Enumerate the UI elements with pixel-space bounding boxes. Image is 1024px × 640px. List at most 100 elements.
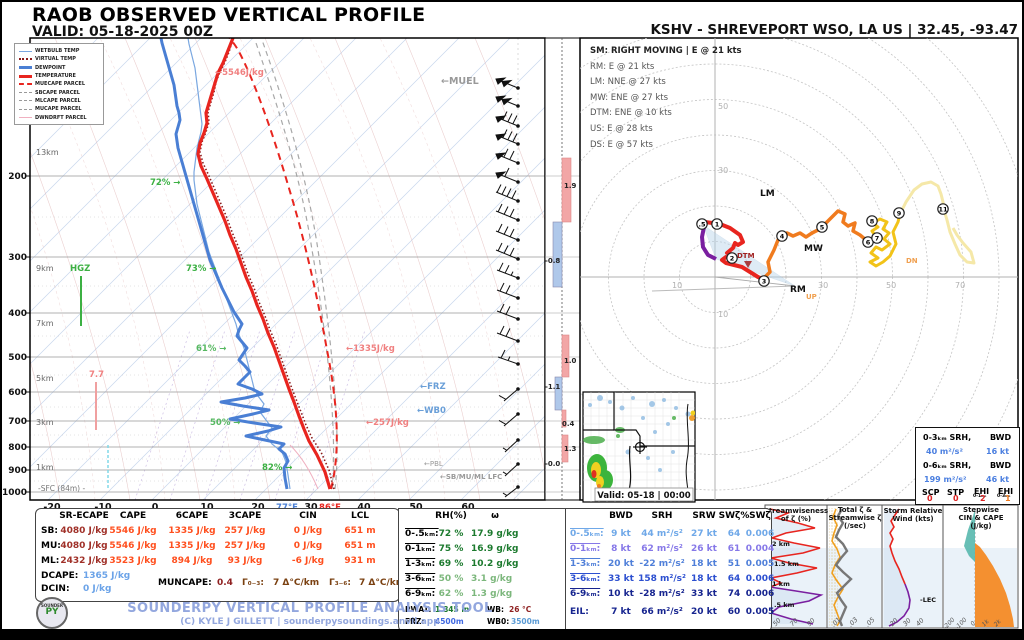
dewpoint-line-icon (19, 66, 32, 69)
lapse-0-3-label: Γ₀₋₃: (242, 578, 264, 588)
lfc-label: ←SB/MU/ML LFC (440, 473, 502, 481)
rh-note: 73% → (186, 264, 216, 274)
rh-note: 50% → (210, 418, 240, 428)
cape-annotation: ←5546J/kg (215, 68, 264, 78)
up-label: UP (806, 293, 817, 301)
legend-item: DEWPOINT (19, 64, 101, 72)
bwd-0-3-label: BWD (990, 433, 1011, 442)
tool-name: SOUNDERPY VERTICAL PROFILE ANALYSIS TOOL (70, 601, 550, 616)
pressure-tick-label: 600 (8, 388, 27, 398)
svg-text:Streamwise ζ: Streamwise ζ (829, 514, 882, 522)
cape-annotation: ←1335J/kg (346, 344, 395, 354)
motion-line: DTM: ENE @ 10 kts (590, 106, 742, 122)
srh-0-3-value: 40 m²/s² (926, 447, 963, 456)
muel-label: ←MUEL (441, 76, 479, 87)
thermo-table: SR-ECAPE CAPE 6CAPE 3CAPE CIN LCL SB: 40… (35, 508, 400, 602)
svg-text:70: 70 (955, 281, 965, 290)
rh-note: 61% → (196, 344, 226, 354)
pressure-tick-label: 500 (8, 353, 27, 363)
sm-line: SM: RIGHT MOVING | E @ 21 kts (590, 44, 742, 60)
advection-strip: 1.9 -0.8 1.0 -1.1 0.4 1.3 -0.0 (545, 38, 580, 500)
svg-text:9: 9 (897, 210, 902, 218)
stp-value: 0 (953, 494, 959, 503)
pressure-tick-label: 700 (8, 417, 27, 427)
bwd-0-6-value: 46 kt (986, 475, 1009, 484)
muncape-label: MUNCAPE: (158, 578, 212, 588)
legend-item: SBCAPE PARCEL (19, 88, 101, 96)
motion-line: LM: NNE @ 27 kts (590, 75, 742, 91)
svg-text:.5: .5 (699, 221, 706, 229)
height-label: 13km (36, 148, 59, 157)
pressure-axis: 200 300 400 500 600 700 800 900 1000 (2, 172, 27, 498)
wb0-label: ←WB0 (417, 406, 446, 416)
adv-value: -0.8 (545, 257, 560, 265)
station-id: KSHV - SHREVEPORT WSO, LA US | 32.45, -9… (650, 22, 1018, 38)
srh-0-3-label: 0-3ₖₘ SRH, (923, 433, 971, 442)
svg-text:Streamwiseness: Streamwiseness (764, 507, 828, 515)
hail-label: 7.7 (89, 370, 104, 380)
storm-motion-block: SM: RIGHT MOVING | E @ 21 kts RM: E @ 21… (590, 44, 742, 153)
legend-item: DWNDRFT PARCEL (19, 113, 101, 121)
srh-0-6-value: 199 m²/s² (924, 475, 967, 484)
adv-value: -1.1 (545, 383, 560, 391)
lm-label: LM (760, 189, 775, 199)
height-axis: 13km 9km 7km 5km 3km 1km (36, 148, 59, 472)
mw-label: MW (804, 244, 823, 254)
svg-text:Stepwise: Stepwise (963, 506, 999, 514)
mucape-line-icon (19, 109, 32, 110)
credit-block: SOUNDERPY VERTICAL PROFILE ANALYSIS TOOL… (70, 601, 550, 627)
svg-text:11: 11 (938, 206, 948, 214)
svg-text:of ζ (%): of ζ (%) (781, 515, 811, 523)
scp-value: 0 (927, 494, 933, 503)
adv-value: 0.4 (562, 420, 575, 428)
svg-text:2: 2 (730, 255, 735, 263)
muncape-value: 0.4 (217, 578, 233, 588)
dcin-label: DCIN: (41, 584, 70, 594)
svg-text:1 km: 1 km (772, 580, 790, 588)
adv-value: 1.3 (564, 445, 577, 453)
svg-text:.5 km: .5 km (774, 601, 795, 609)
srh-0-6-label: 0-6ₖₘ SRH, (923, 461, 971, 470)
rh-note: 72% → (150, 178, 180, 188)
svg-text:8: 8 (870, 218, 875, 226)
lapse-3-6-label: Γ₃₋₆: (329, 578, 351, 588)
motion-line: RM: E @ 21 kts (590, 60, 742, 76)
legend-item: MUCAPE PARCEL (19, 105, 101, 113)
pressure-tick-label: 1000 (2, 488, 27, 498)
svg-text:(/sec): (/sec) (844, 522, 866, 530)
svg-text:Wind (kts): Wind (kts) (892, 515, 933, 523)
svg-text:30: 30 (818, 281, 828, 290)
dn-label: DN (906, 257, 918, 265)
svg-text:5: 5 (820, 224, 825, 232)
adv-value: 1.0 (564, 357, 577, 365)
bottom-bar (0, 629, 1024, 640)
legend-item: MUECAPE PARCEL (19, 80, 101, 88)
srh-bwd-box: 0-3ₖₘ SRH, BWD 40 m²/s² 16 kt 0-6ₖₘ SRH,… (915, 427, 1020, 505)
muecape-line-icon (19, 83, 32, 85)
svg-text:1: 1 (715, 221, 720, 229)
skewt-legend: WETBULB TEMP VIRTUAL TEMP DEWPOINT TEMPE… (14, 43, 104, 125)
svg-text:Total ζ &: Total ζ & (838, 506, 872, 514)
dcape-value: 1365 J/kg (83, 571, 130, 581)
bwd-0-3-value: 16 kt (986, 447, 1009, 456)
height-label: 1km (36, 463, 54, 472)
row-label: SB: (41, 526, 58, 536)
radar-valid-label: Valid: 05-18 | 00:00 (597, 491, 690, 501)
author-line: (C) KYLE J GILLETT | sounderpysoundings.… (70, 617, 550, 627)
dcape-label: DCAPE: (41, 571, 78, 581)
row-label: MU: (41, 541, 61, 551)
svg-text:7: 7 (875, 235, 880, 243)
lower-panels: 2 km 1.5 km 1 km .5 km 50 70 90 .01 .03 … (764, 505, 1018, 631)
pressure-tick-label: 300 (8, 253, 27, 263)
svg-text:1.5 km: 1.5 km (774, 560, 799, 568)
legend-item: VIRTUAL TEMP (19, 55, 101, 63)
svg-text:50: 50 (886, 281, 896, 290)
height-label: 9km (36, 264, 54, 273)
hgz-label: HGZ (70, 264, 90, 274)
rh-note: 82% → (262, 463, 292, 473)
svg-text:30: 30 (718, 166, 728, 175)
motion-line: US: E @ 28 kts (590, 122, 742, 138)
legend-item: MLCAPE PARCEL (19, 97, 101, 105)
svg-text:Storm Relative: Storm Relative (884, 507, 943, 515)
pressure-tick-label: 200 (8, 172, 27, 182)
